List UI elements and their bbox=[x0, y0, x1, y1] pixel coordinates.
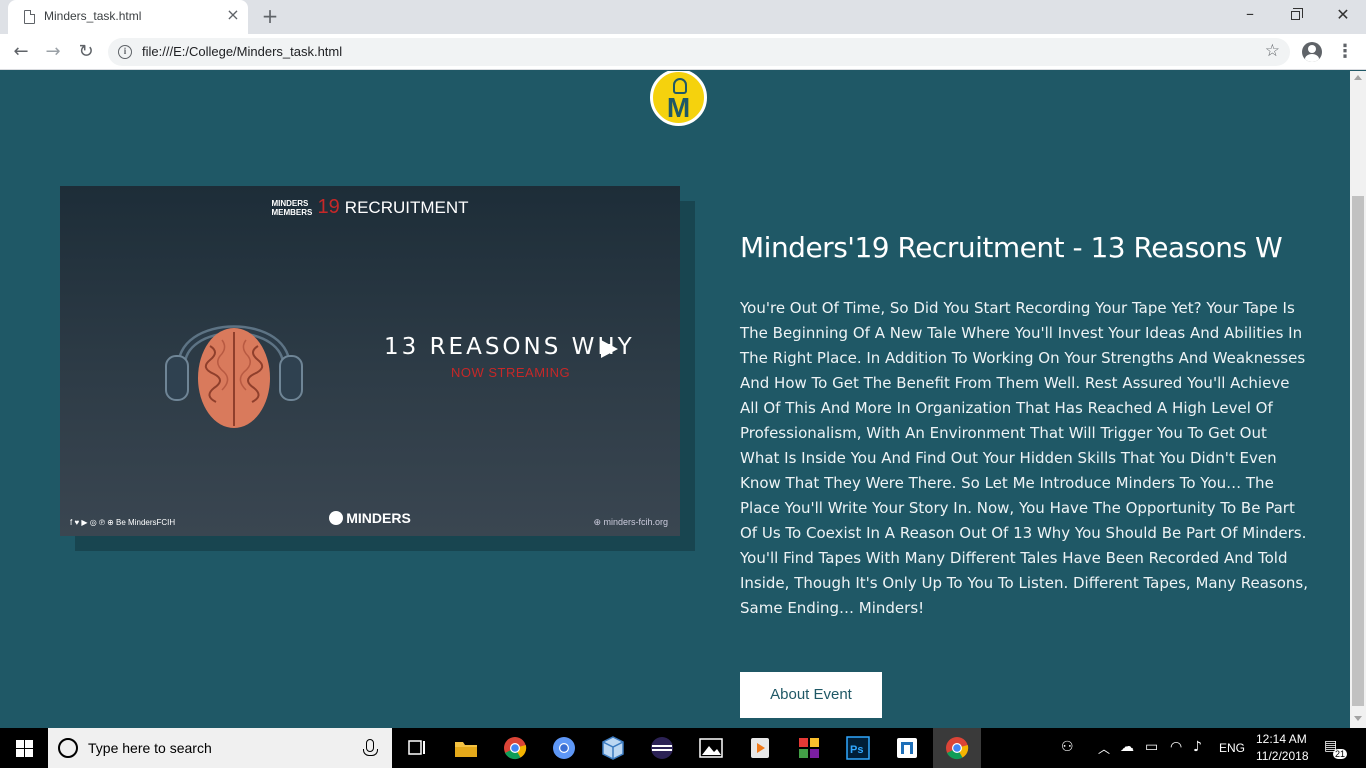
notification-count-badge: 21 bbox=[1333, 749, 1348, 759]
reload-button[interactable]: ↻ bbox=[74, 40, 98, 64]
browser-tab-bar: Minders_task.html × + – ✕ bbox=[0, 0, 1366, 34]
poster-headline: 13 REASONS WHY bbox=[384, 334, 635, 360]
onedrive-cloud-icon[interactable]: ☁ bbox=[1120, 739, 1134, 755]
headphones-brain-icon bbox=[165, 325, 303, 428]
taskbar-search-box[interactable]: Type here to search bbox=[48, 728, 392, 768]
scroll-down-arrow-icon[interactable] bbox=[1354, 716, 1362, 721]
photoshop-icon[interactable]: Ps bbox=[844, 734, 872, 762]
clock-date[interactable]: 11/2/2018 bbox=[1256, 749, 1309, 763]
poster-brand: MINDERS bbox=[60, 510, 680, 526]
browser-toolbar: ← → ↻ i file:///E:/College/Minders_task.… bbox=[0, 34, 1366, 70]
eclipse-icon[interactable] bbox=[648, 734, 676, 762]
logo-letter: M bbox=[666, 92, 691, 123]
photos-icon[interactable] bbox=[697, 734, 725, 762]
page-scrollbar[interactable] bbox=[1350, 71, 1366, 728]
tab-title: Minders_task.html bbox=[44, 9, 142, 23]
restore-icon bbox=[1291, 8, 1303, 20]
language-indicator[interactable]: ENG bbox=[1219, 741, 1245, 755]
chrome-icon[interactable] bbox=[501, 734, 529, 762]
browser-tab[interactable]: Minders_task.html × bbox=[8, 0, 248, 34]
poster-brand-text: MINDERS bbox=[346, 510, 411, 526]
event-description: You're Out Of Time, So Did You Start Rec… bbox=[740, 299, 1309, 617]
clock-time[interactable]: 12:14 AM bbox=[1256, 732, 1307, 746]
window-minimize-button[interactable]: – bbox=[1240, 6, 1260, 26]
minders-logo[interactable]: M bbox=[650, 71, 707, 126]
poster-subline: NOW STREAMING bbox=[451, 365, 571, 380]
account-icon[interactable] bbox=[1302, 42, 1322, 62]
virtualbox-icon[interactable] bbox=[599, 734, 627, 762]
address-bar[interactable]: i file:///E:/College/Minders_task.html ☆ bbox=[108, 38, 1290, 66]
window-close-button[interactable]: ✕ bbox=[1333, 4, 1353, 26]
poster-website: ⊕ minders-fcih.org bbox=[593, 517, 668, 527]
play-icon bbox=[601, 340, 618, 358]
bookmark-star-icon[interactable]: ☆ bbox=[1265, 41, 1280, 61]
poster-recruitment: RECRUITMENT bbox=[344, 197, 469, 217]
poster-year: 19 bbox=[317, 196, 340, 218]
remote-app-icon[interactable] bbox=[893, 734, 921, 762]
people-icon[interactable]: ⚇ bbox=[1061, 739, 1074, 755]
chromium-icon[interactable] bbox=[550, 734, 578, 762]
taskbar-search-placeholder[interactable]: Type here to search bbox=[88, 740, 212, 756]
media-player-icon[interactable] bbox=[746, 734, 774, 762]
tab-close-icon[interactable]: × bbox=[224, 6, 242, 24]
browser-menu-icon[interactable]: ⋮ bbox=[1336, 40, 1354, 64]
task-view-icon[interactable] bbox=[403, 734, 431, 762]
scroll-thumb[interactable] bbox=[1352, 196, 1364, 706]
windows-taskbar: Type here to search Ps ⚇ ︿ ☁ ▭ ◠ ♪ ENG 1… bbox=[0, 728, 1366, 768]
site-info-icon[interactable]: i bbox=[118, 45, 132, 59]
brand-globe-icon bbox=[329, 511, 344, 525]
file-explorer-icon[interactable] bbox=[452, 734, 480, 762]
microphone-icon[interactable] bbox=[363, 739, 378, 756]
scroll-up-arrow-icon[interactable] bbox=[1354, 75, 1362, 80]
start-button[interactable] bbox=[0, 728, 48, 768]
about-event-button[interactable]: About Event bbox=[740, 672, 882, 718]
show-hidden-icons-chevron-icon[interactable]: ︿ bbox=[1098, 740, 1110, 757]
event-title: Minders'19 Recruitment - 13 Reasons W bbox=[740, 231, 1283, 264]
poster-mm-line2: MEMBERS bbox=[271, 207, 313, 217]
chrome-active-icon[interactable] bbox=[943, 734, 971, 762]
poster-header: MINDERS MEMBERS 19 RECRUITMENT bbox=[60, 196, 680, 219]
url-text[interactable]: file:///E:/College/Minders_task.html bbox=[142, 44, 342, 59]
forward-button[interactable]: → bbox=[41, 40, 65, 64]
page-content: M MINDERS MEMBERS 19 RECRUITMENT 13 REASO… bbox=[0, 71, 1350, 728]
cortana-icon[interactable] bbox=[58, 738, 78, 758]
wifi-icon[interactable]: ◠ bbox=[1170, 739, 1182, 755]
svg-text:Ps: Ps bbox=[850, 744, 863, 756]
new-tab-button[interactable]: + bbox=[260, 5, 280, 27]
battery-icon[interactable]: ▭ bbox=[1145, 739, 1158, 755]
color-squares-app-icon[interactable] bbox=[795, 734, 823, 762]
document-icon bbox=[24, 10, 35, 24]
window-restore-button[interactable] bbox=[1286, 6, 1306, 26]
volume-icon[interactable]: ♪ bbox=[1193, 739, 1202, 755]
poster-mm-line1: MINDERS bbox=[271, 198, 309, 208]
back-button[interactable]: ← bbox=[9, 40, 33, 64]
event-poster-image: MINDERS MEMBERS 19 RECRUITMENT 13 REASONS… bbox=[60, 186, 680, 536]
